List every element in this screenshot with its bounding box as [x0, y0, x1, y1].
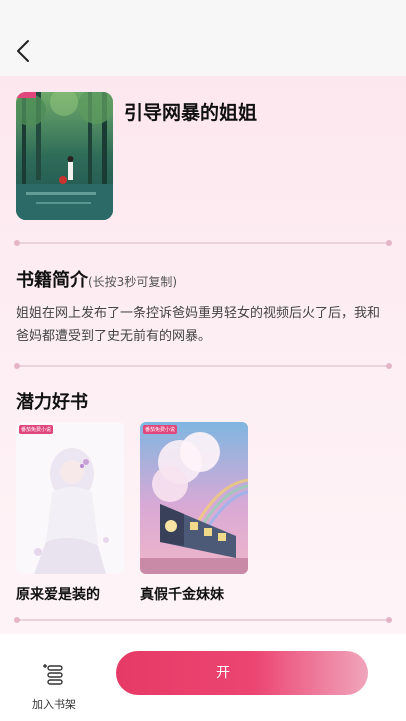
synopsis-heading-text: 书籍简介 [16, 270, 88, 291]
top-bar [0, 0, 406, 76]
recommended-book-cover: 番茄免费小说 [140, 422, 248, 574]
copy-hint: (长按3秒可复制) [88, 275, 177, 289]
recommended-book-title: 原来爱是装的 [16, 587, 100, 603]
synopsis-heading: 书籍简介(长按3秒可复制) [16, 266, 177, 292]
book-title: 引导网暴的姐姐 [124, 102, 258, 124]
cover-illustration [140, 422, 248, 574]
cover-illustration [16, 92, 113, 220]
recommended-book-cover: 番茄免费小说 [16, 422, 124, 574]
back-button[interactable] [12, 38, 36, 64]
cover-illustration [16, 422, 124, 574]
add-bookshelf-icon [43, 664, 63, 685]
divider [14, 363, 392, 369]
recommended-book-title: 真假千金妹妹 [140, 587, 224, 603]
start-reading-label: 开 [216, 665, 230, 681]
book-cover[interactable] [16, 92, 113, 220]
divider [14, 240, 392, 246]
recommended-book[interactable]: 番茄免费小说 真假千金妹妹 [140, 422, 248, 604]
recommended-book[interactable]: 番茄免费小说 原来爱是装的 [16, 422, 124, 604]
add-to-shelf-button[interactable]: 加入书架 [28, 648, 80, 711]
chevron-left-icon [17, 40, 29, 62]
cover-badge: 番茄免费小说 [143, 425, 178, 434]
start-reading-button[interactable]: 开 [116, 651, 368, 695]
book-detail: 引导网暴的姐姐 书籍简介(长按3秒可复制) 姐姐在网上发布了一条控诉爸妈重男轻女… [0, 76, 406, 634]
bottom-action-bar: 加入书架 开 [0, 634, 406, 721]
add-to-shelf-label: 加入书架 [32, 698, 76, 711]
divider [14, 617, 392, 623]
recommend-heading: 潜力好书 [16, 392, 88, 413]
cover-badge: 番茄免费小说 [19, 425, 54, 434]
synopsis-text[interactable]: 姐姐在网上发布了一条控诉爸妈重男轻女的视频后火了后，我和爸妈都遭受到了史无前有的… [16, 302, 388, 348]
